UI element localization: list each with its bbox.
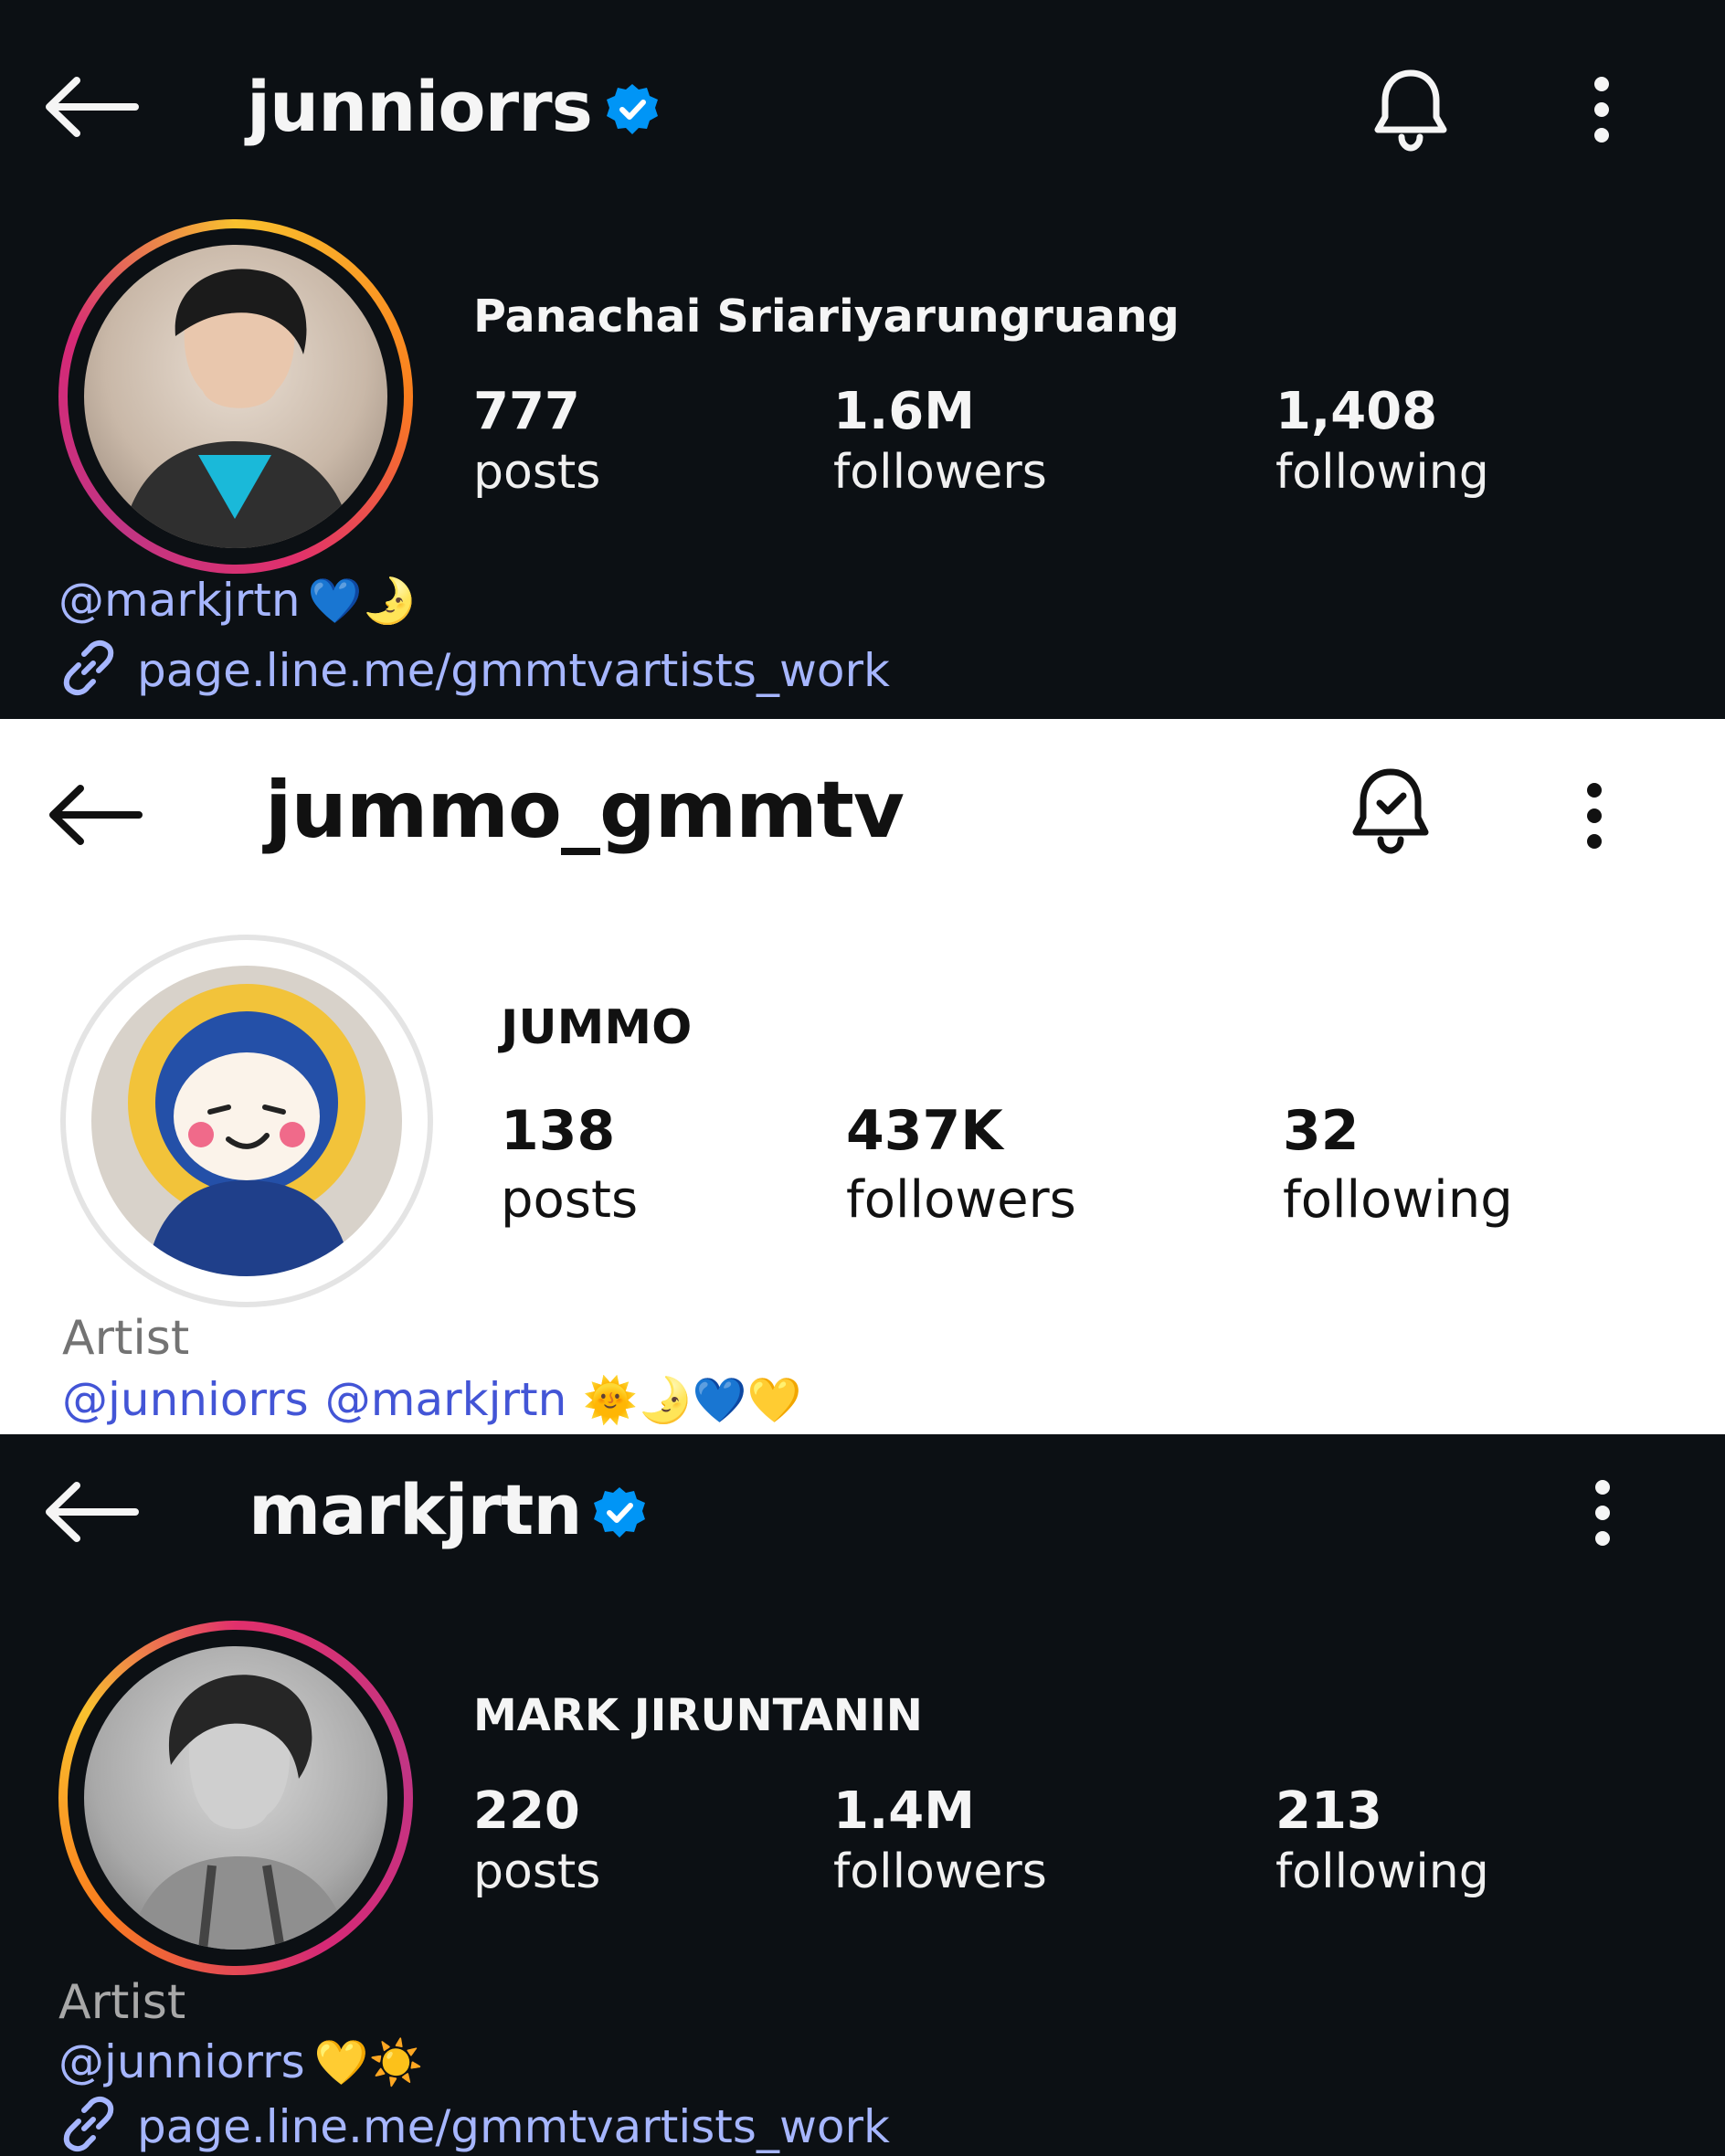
- profile-category: Artist: [62, 1311, 190, 1366]
- stat-followers[interactable]: 437K followers: [846, 1099, 1076, 1230]
- followers-label: followers: [833, 1844, 1047, 1899]
- bio-mention[interactable]: @markjrtn: [58, 574, 301, 627]
- bio-link[interactable]: page.line.me/gmmtvartists_work: [137, 644, 890, 697]
- stat-followers[interactable]: 1.4M followers: [833, 1781, 1047, 1899]
- person-avatar-icon: [130, 1675, 349, 1950]
- bio-mention[interactable]: @junniorrs: [62, 1373, 309, 1426]
- bio-link[interactable]: page.line.me/gmmtvartists_work: [137, 2100, 890, 2153]
- avatar-photo[interactable]: [84, 245, 387, 548]
- avatar-photo[interactable]: [84, 1646, 387, 1950]
- bio-mention[interactable]: @junniorrs: [58, 2035, 305, 2088]
- followers-label: followers: [833, 445, 1047, 500]
- posts-label: posts: [473, 1844, 601, 1899]
- stat-posts[interactable]: 138 posts: [501, 1099, 638, 1230]
- bio-mention-line: @junniorrs @markjrtn 🌞🌛💙💛: [62, 1373, 801, 1426]
- posts-count: 777: [473, 382, 580, 441]
- followers-label: followers: [846, 1170, 1076, 1230]
- following-label: following: [1283, 1170, 1513, 1230]
- bio-emojis: 🌞🌛💙💛: [583, 1374, 802, 1426]
- followers-count: 1.4M: [833, 1781, 975, 1841]
- profile-handle: junniorrs: [247, 66, 593, 147]
- stat-posts[interactable]: 777 posts: [473, 382, 600, 500]
- bio-emojis: 💙🌛: [307, 575, 418, 627]
- bio-mention-line: @markjrtn 💙🌛: [58, 574, 417, 627]
- avatar-ring[interactable]: [60, 935, 433, 1307]
- following-count: 213: [1275, 1781, 1382, 1841]
- following-count: 1,408: [1275, 382, 1438, 441]
- following-count: 32: [1283, 1099, 1360, 1163]
- followers-count: 437K: [846, 1099, 1003, 1163]
- back-arrow-icon[interactable]: [48, 783, 143, 847]
- person-avatar-icon: [121, 269, 354, 548]
- posts-label: posts: [473, 445, 601, 500]
- profile-panel-markjrtn: markjrtn MARK JIRUNTANIN 220 posts 1.4M …: [0, 1434, 1725, 2156]
- link-icon: [58, 2094, 119, 2156]
- profile-full-name: Panachai Sriariyarungruang: [473, 291, 1180, 343]
- profile-panel-jummo-gmmtv: jummo_gmmtv JUMMO 138 posts 437K followe…: [0, 719, 1725, 1434]
- posts-count: 220: [473, 1781, 580, 1841]
- story-ring[interactable]: [58, 1621, 413, 1975]
- link-icon: [58, 638, 119, 703]
- following-label: following: [1275, 1844, 1489, 1899]
- story-ring[interactable]: [58, 219, 413, 574]
- back-arrow-icon[interactable]: [44, 1480, 139, 1544]
- avatar-photo[interactable]: [91, 966, 402, 1276]
- bio-emojis: 💛☀️: [313, 2036, 424, 2088]
- bell-icon[interactable]: [1370, 66, 1451, 153]
- profile-handle: markjrtn: [249, 1469, 582, 1550]
- verified-badge-icon: [605, 82, 660, 137]
- profile-panel-junniorrs: junniorrs Panachai Sriariyarungruang 777…: [0, 0, 1725, 719]
- posts-count: 138: [501, 1099, 616, 1163]
- bio-mention[interactable]: @markjrtn: [325, 1373, 567, 1426]
- followers-count: 1.6M: [833, 382, 975, 441]
- more-options-icon[interactable]: [1587, 75, 1616, 144]
- more-options-icon[interactable]: [1580, 781, 1609, 851]
- posts-label: posts: [501, 1170, 639, 1230]
- stat-followers[interactable]: 1.6M followers: [833, 382, 1047, 500]
- stat-following[interactable]: 1,408 following: [1275, 382, 1489, 500]
- bio-link-row[interactable]: page.line.me/gmmtvartists_work: [58, 2094, 890, 2156]
- bio-link-row[interactable]: page.line.me/gmmtvartists_work: [58, 638, 890, 703]
- verified-badge-icon: [592, 1485, 647, 1540]
- bio-mention-line: @junniorrs 💛☀️: [58, 2035, 423, 2088]
- profile-full-name: JUMMO: [501, 1000, 693, 1055]
- profile-category: Artist: [58, 1975, 186, 2030]
- stat-posts[interactable]: 220 posts: [473, 1781, 600, 1899]
- more-options-icon[interactable]: [1588, 1478, 1617, 1548]
- profile-handle: jummo_gmmtv: [265, 765, 905, 856]
- stat-following[interactable]: 213 following: [1275, 1781, 1489, 1899]
- plush-doll-avatar-icon: [128, 984, 365, 1276]
- bell-check-icon[interactable]: [1349, 765, 1433, 858]
- stat-following[interactable]: 32 following: [1283, 1099, 1513, 1230]
- profile-full-name: MARK JIRUNTANIN: [473, 1690, 923, 1741]
- following-label: following: [1275, 445, 1489, 500]
- back-arrow-icon[interactable]: [44, 75, 139, 139]
